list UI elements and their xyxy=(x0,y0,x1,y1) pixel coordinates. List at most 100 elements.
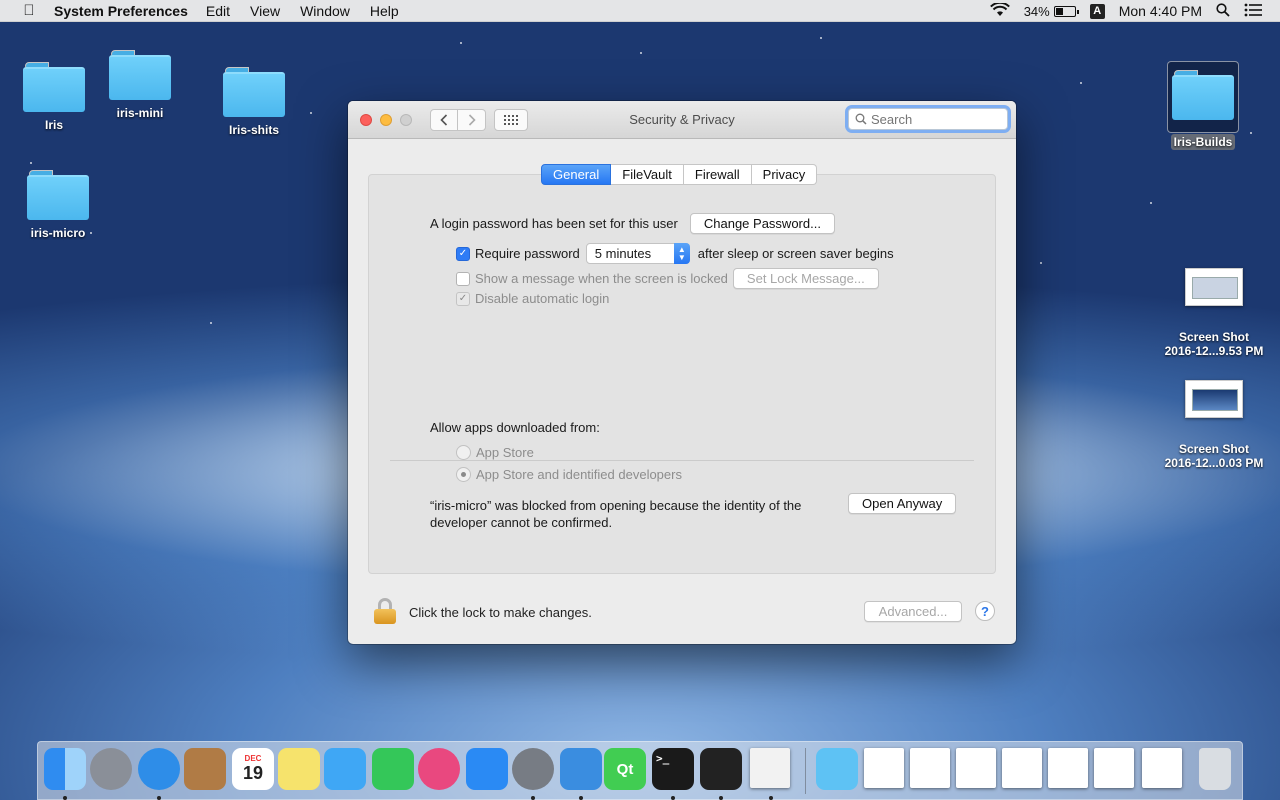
menu-help[interactable]: Help xyxy=(370,3,399,19)
tab-filevault[interactable]: FileVault xyxy=(611,164,684,185)
screenshot-thumbnail xyxy=(1185,268,1243,306)
require-password-delay-select[interactable]: 5 minutes ▲ ▼ xyxy=(585,243,690,264)
running-indicator xyxy=(671,796,675,800)
desktop-folder-iris[interactable]: Iris xyxy=(4,62,104,132)
screenshot-name: Screen Shot xyxy=(1178,442,1250,456)
login-password-text: A login password has been set for this u… xyxy=(430,216,678,231)
zoom-window-button[interactable] xyxy=(400,113,412,126)
require-password-checkbox[interactable]: ✓ xyxy=(456,246,470,261)
desktop-folder-iris-micro[interactable]: iris-micro xyxy=(8,170,108,240)
menu-window[interactable]: Window xyxy=(300,3,350,19)
minimize-window-button[interactable] xyxy=(380,113,392,126)
radio-identified-row: App Store and identified developers xyxy=(456,467,682,482)
calendar-icon[interactable]: DEC 19 xyxy=(232,748,274,790)
battery-icon xyxy=(1053,5,1079,17)
desktop-screenshot-2[interactable]: Screen Shot 2016-12...0.03 PM xyxy=(1150,380,1278,470)
downloads-folder-icon[interactable] xyxy=(816,748,858,790)
contacts-icon[interactable] xyxy=(184,748,226,790)
set-lock-message-button[interactable]: Set Lock Message... xyxy=(732,268,879,289)
notes-icon[interactable] xyxy=(278,748,320,790)
screenshot-date: 2016-12...9.53 PM xyxy=(1164,344,1264,358)
app-store-icon[interactable] xyxy=(466,748,508,790)
change-password-button[interactable]: Change Password... xyxy=(689,213,835,234)
window-footer: Click the lock to make changes. Advanced… xyxy=(348,591,1016,631)
back-button[interactable] xyxy=(430,108,458,131)
after-sleep-label: after sleep or screen saver begins xyxy=(697,246,894,261)
calendar-month: DEC xyxy=(244,754,262,763)
tab-firewall[interactable]: Firewall xyxy=(683,164,752,185)
xcode-icon[interactable] xyxy=(560,748,602,790)
screenshot-doc-icon[interactable] xyxy=(910,748,950,788)
terminal-icon[interactable]: >_ xyxy=(652,748,694,790)
screenshot-doc-icon[interactable] xyxy=(1002,748,1042,788)
screenshot-doc-icon[interactable] xyxy=(956,748,996,788)
input-source-icon[interactable]: A xyxy=(1089,3,1105,19)
close-window-button[interactable] xyxy=(360,113,372,126)
show-all-button[interactable] xyxy=(494,108,528,131)
activity-monitor-icon[interactable] xyxy=(700,748,742,790)
battery-status[interactable]: 34% xyxy=(1023,3,1079,19)
desktop-icon-label: Iris xyxy=(44,118,63,132)
wifi-icon[interactable] xyxy=(989,1,1010,20)
calendar-day: 19 xyxy=(242,763,264,783)
finder-icon[interactable] xyxy=(44,748,86,790)
allow-apps-label: Allow apps downloaded from: xyxy=(430,420,600,435)
radio-app-store-row: App Store xyxy=(456,445,534,460)
messages-icon[interactable] xyxy=(324,748,366,790)
desktop-folder-iris-shits[interactable]: Iris-shits xyxy=(204,67,304,137)
screenshot-doc-icon[interactable] xyxy=(1142,748,1182,788)
show-message-label: Show a message when the screen is locked xyxy=(475,271,728,286)
disable-autologin-checkbox[interactable]: ✓ xyxy=(456,291,470,306)
search-input[interactable] xyxy=(871,111,1001,127)
popup-arrows-icon: ▲ ▼ xyxy=(673,243,690,264)
document-icon[interactable] xyxy=(864,748,904,788)
screenshot-name: Screen Shot xyxy=(1178,330,1250,344)
tab-privacy[interactable]: Privacy xyxy=(751,164,818,185)
safari-icon[interactable] xyxy=(138,748,180,790)
qt-creator-icon[interactable]: Qt xyxy=(604,748,646,790)
running-indicator xyxy=(531,796,535,800)
menu-edit[interactable]: Edit xyxy=(206,3,230,19)
running-indicator xyxy=(769,796,773,800)
chevron-right-icon xyxy=(468,113,476,126)
apple-menu-icon[interactable]:  xyxy=(20,2,38,19)
general-pane: A login password has been set for this u… xyxy=(368,174,996,574)
menu-view[interactable]: View xyxy=(250,3,280,19)
clock[interactable]: Mon 4:40 PM xyxy=(1119,3,1202,19)
desktop-folder-iris-builds[interactable]: Iris-Builds xyxy=(1153,61,1253,150)
folder-icon xyxy=(1172,70,1234,120)
desktop-folder-iris-mini[interactable]: iris-mini xyxy=(90,50,190,120)
lock-icon[interactable] xyxy=(373,598,397,624)
notification-center-icon[interactable] xyxy=(1244,3,1262,20)
trash-icon[interactable] xyxy=(1199,748,1231,790)
radio-identified-developers[interactable] xyxy=(456,467,471,482)
title-bar[interactable]: Security & Privacy xyxy=(348,101,1016,139)
tab-general[interactable]: General xyxy=(541,164,612,185)
show-message-checkbox[interactable] xyxy=(456,271,470,286)
running-indicator xyxy=(579,796,583,800)
tab-bar: General FileVault Firewall Privacy xyxy=(541,164,818,185)
open-anyway-button[interactable]: Open Anyway xyxy=(848,493,957,514)
itunes-icon[interactable] xyxy=(418,748,460,790)
spotlight-search-icon[interactable] xyxy=(1216,2,1230,20)
grid-icon xyxy=(504,114,518,125)
screenshot-doc-icon[interactable] xyxy=(1048,748,1088,788)
desktop-screenshot-1[interactable]: Screen Shot 2016-12...9.53 PM xyxy=(1150,268,1278,358)
screenshot-doc-icon[interactable] xyxy=(1094,748,1134,788)
radio-app-store[interactable] xyxy=(456,445,471,460)
app-menu[interactable]: System Preferences xyxy=(54,3,188,19)
help-button[interactable]: ? xyxy=(975,601,995,621)
blocked-app-message: “iris-micro” was blocked from opening be… xyxy=(430,497,850,531)
battery-percent: 34% xyxy=(1023,3,1050,19)
search-field[interactable] xyxy=(848,108,1008,130)
desktop-icon-label: Iris-shits xyxy=(228,123,279,137)
folder-icon xyxy=(223,67,285,117)
chevron-left-icon xyxy=(440,113,448,126)
advanced-button[interactable]: Advanced... xyxy=(864,601,962,622)
textedit-icon[interactable] xyxy=(750,748,790,788)
launchpad-icon[interactable] xyxy=(90,748,132,790)
forward-button[interactable] xyxy=(458,108,486,131)
radio-app-store-label: App Store xyxy=(476,445,534,460)
facetime-icon[interactable] xyxy=(372,748,414,790)
system-preferences-icon[interactable] xyxy=(512,748,554,790)
